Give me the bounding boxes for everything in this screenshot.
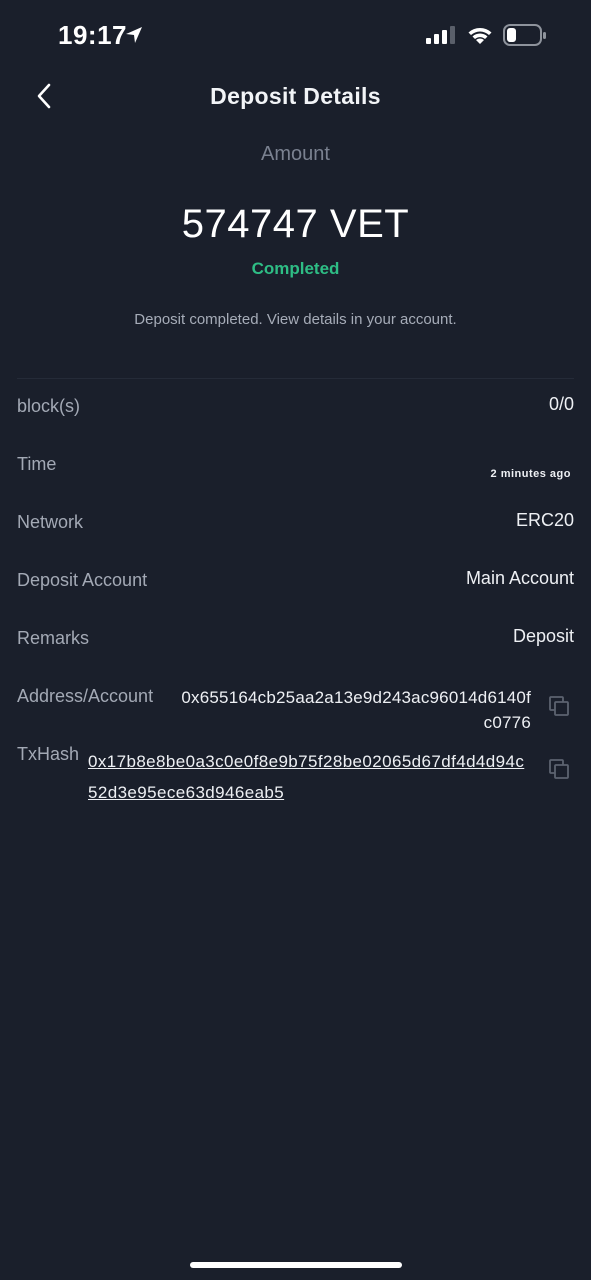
copy-address-icon[interactable] xyxy=(548,695,570,717)
deposit-details-screen: 19:17 Deposit Details Amount 574747 VET … xyxy=(0,0,591,1280)
txhash-label: TxHash xyxy=(17,744,80,764)
time-label: Time xyxy=(17,454,57,474)
copy-txhash-icon[interactable] xyxy=(548,758,570,780)
status-time: 19:17 xyxy=(58,20,127,50)
network-value: ERC20 xyxy=(515,510,574,530)
remarks-label: Remarks xyxy=(17,628,90,648)
blocks-value: 0/0 xyxy=(548,394,574,414)
address-label: Address/Account xyxy=(17,686,154,706)
remarks-value: Deposit xyxy=(512,626,574,646)
battery-icon xyxy=(503,24,546,46)
location-icon xyxy=(126,27,142,43)
status-bar: 19:17 xyxy=(0,0,591,70)
wifi-icon xyxy=(468,28,492,44)
amount-value: 574747 VET xyxy=(181,202,410,246)
network-label: Network xyxy=(17,512,84,532)
home-indicator xyxy=(190,1262,402,1268)
divider xyxy=(17,378,574,379)
deposit-account-label: Deposit Account xyxy=(17,570,148,590)
amount-label: Amount xyxy=(261,143,330,165)
status-badge: Completed xyxy=(251,259,340,278)
time-value: 2 minutes ago xyxy=(490,468,571,480)
txhash-link[interactable]: 0x17b8e8be0a3c0e0f8e9b75f28be02065d67df4… xyxy=(88,746,533,808)
page-title: Deposit Details xyxy=(210,83,381,109)
signal-icon xyxy=(426,26,455,44)
deposit-account-value: Main Account xyxy=(465,568,574,588)
blocks-label: block(s) xyxy=(17,396,81,416)
status-description: Deposit completed. View details in your … xyxy=(134,311,457,328)
address-value: 0x655164cb25aa2a13e9d243ac96014d6140fc07… xyxy=(181,688,531,732)
